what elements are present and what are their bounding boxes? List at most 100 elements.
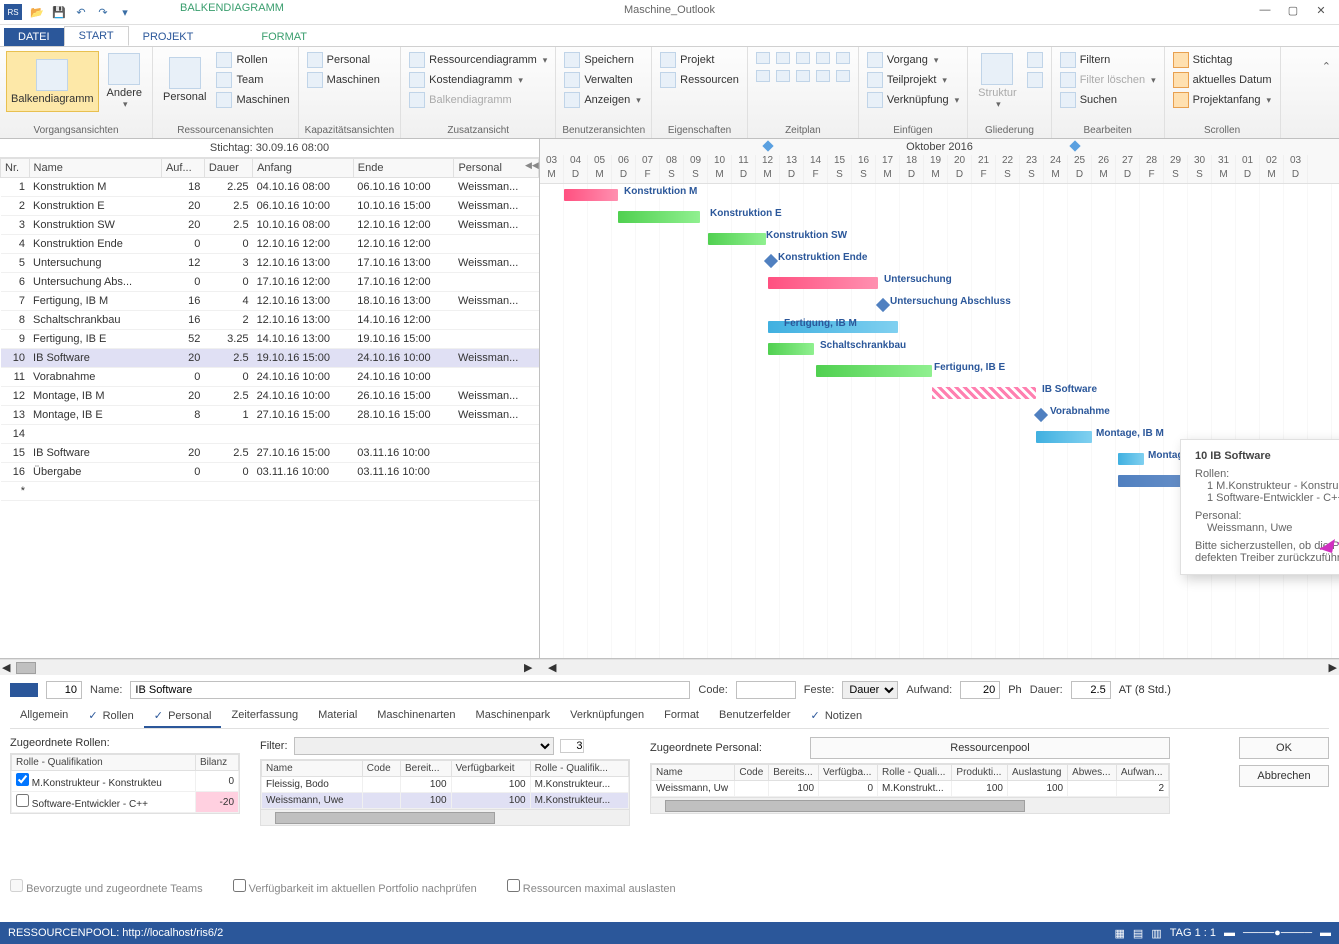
- zeitplan-icon[interactable]: [754, 51, 772, 65]
- projektanfang-button[interactable]: Projektanfang▾: [1171, 91, 1274, 109]
- status-icon[interactable]: ▦: [1115, 927, 1125, 940]
- detail-tab[interactable]: ✓ Personal: [144, 705, 222, 728]
- rollen-button[interactable]: Rollen: [214, 51, 291, 69]
- task-name-field[interactable]: [130, 681, 690, 699]
- redo-icon[interactable]: ↷: [94, 3, 112, 21]
- detail-tab[interactable]: Zeiterfassung: [221, 705, 308, 728]
- scroll-left-icon[interactable]: ◀: [2, 661, 10, 674]
- task-id-field[interactable]: [46, 681, 82, 699]
- andere-button[interactable]: Andere▾: [103, 51, 146, 112]
- zeitplan-icon[interactable]: [834, 51, 852, 65]
- gliederung-icon[interactable]: [1025, 71, 1045, 89]
- teams-checkbox[interactable]: Bevorzugte und zugeordnete Teams: [10, 879, 203, 895]
- qat-dropdown-icon[interactable]: ▾: [116, 3, 134, 21]
- detail-tab[interactable]: Maschinenarten: [367, 705, 465, 728]
- verwalten-button[interactable]: Verwalten: [562, 71, 645, 89]
- detail-tab[interactable]: Maschinenpark: [466, 705, 561, 728]
- filter-loeschen-button[interactable]: Filter löschen▾: [1058, 71, 1158, 89]
- zoom-slider[interactable]: ────●────: [1243, 927, 1312, 939]
- tab-projekt[interactable]: PROJEKT: [129, 28, 208, 46]
- zeitplan-icon[interactable]: [834, 69, 852, 83]
- detail-tab[interactable]: Allgemein: [10, 705, 78, 728]
- feste-select[interactable]: Dauer: [842, 681, 898, 699]
- detail-tab[interactable]: ✓ Rollen: [78, 705, 143, 728]
- zoom-in-icon[interactable]: ▬: [1320, 927, 1331, 939]
- filter-count[interactable]: [560, 739, 584, 753]
- zeitplan-icon[interactable]: [814, 69, 832, 83]
- detail-tab[interactable]: Verknüpfungen: [560, 705, 654, 728]
- minimize-button[interactable]: —: [1251, 0, 1279, 20]
- zeitplan-icon[interactable]: [774, 69, 792, 83]
- scroll-thumb[interactable]: [16, 662, 36, 674]
- balkendiagramm-button[interactable]: Balkendiagramm: [6, 51, 99, 112]
- tooltip-role: 1 Software-Entwickler - C++: [1195, 492, 1339, 504]
- pane-collapse-icon[interactable]: ◀◀: [525, 160, 539, 171]
- task-grid[interactable]: Nr.NameAuf...DauerAnfangEndePersonal 1Ko…: [0, 158, 539, 658]
- zeitplan-icon[interactable]: [814, 51, 832, 65]
- maxauslasten-checkbox[interactable]: Ressourcen maximal auslasten: [507, 879, 676, 895]
- zeitplan-icon[interactable]: [794, 51, 812, 65]
- scroll-right-icon[interactable]: ▶: [524, 661, 532, 674]
- maximize-button[interactable]: ▢: [1279, 0, 1307, 20]
- filtern-button[interactable]: Filtern: [1058, 51, 1158, 69]
- struktur-button[interactable]: Struktur▾: [974, 51, 1021, 112]
- status-icon[interactable]: ▤: [1133, 927, 1143, 940]
- ok-button[interactable]: OK: [1239, 737, 1329, 759]
- detail-tab[interactable]: Material: [308, 705, 367, 728]
- close-button[interactable]: ✕: [1307, 0, 1335, 20]
- balkendiagramm-small-button[interactable]: Balkendiagramm: [407, 91, 549, 109]
- zeitplan-icon[interactable]: [794, 69, 812, 83]
- detail-tab[interactable]: ✓ Notizen: [801, 705, 873, 728]
- gliederung-icon[interactable]: [1025, 51, 1045, 69]
- collapse-ribbon-icon[interactable]: ⌃: [1322, 60, 1331, 73]
- team-button[interactable]: Team: [214, 71, 291, 89]
- cancel-button[interactable]: Abbrechen: [1239, 765, 1329, 787]
- zoom-out-icon[interactable]: ▬: [1224, 927, 1235, 939]
- zeitplan-icon[interactable]: [754, 69, 772, 83]
- zeitplan-icon[interactable]: [774, 51, 792, 65]
- verknuepfung-button[interactable]: Verknüpfung▾: [865, 91, 961, 109]
- undo-icon[interactable]: ↶: [72, 3, 90, 21]
- file-tab[interactable]: DATEI: [4, 28, 64, 46]
- verfuegbarkeit-checkbox[interactable]: Verfügbarkeit im aktuellen Portfolio nac…: [233, 879, 477, 895]
- zoom-label: TAG 1 : 1: [1170, 927, 1216, 939]
- maschinen-button[interactable]: Maschinen: [214, 91, 291, 109]
- status-left: RESSOURCENPOOL: http://localhost/ris6/2: [8, 927, 223, 939]
- tab-format[interactable]: FORMAT: [247, 28, 321, 46]
- suchen-button[interactable]: Suchen: [1058, 91, 1158, 109]
- speichern-button[interactable]: Speichern: [562, 51, 645, 69]
- aktuelles-datum-button[interactable]: aktuelles Datum: [1171, 71, 1274, 89]
- kostendiagramm-button[interactable]: Kostendiagramm▾: [407, 71, 549, 89]
- gantt-pane: Oktober 2016 030405060708091011121314151…: [540, 139, 1339, 658]
- personal-button[interactable]: Personal: [159, 51, 210, 109]
- projekt-button[interactable]: Projekt: [658, 51, 741, 69]
- hscroll[interactable]: ◀ ▶ ◀ ▶: [0, 659, 1339, 675]
- open-icon[interactable]: 📂: [28, 3, 46, 21]
- tooltip-title: 10 IB Software: [1195, 450, 1339, 462]
- dauer-field[interactable]: [1071, 681, 1111, 699]
- vorgang-button[interactable]: Vorgang▾: [865, 51, 961, 69]
- filter-select[interactable]: [294, 737, 554, 755]
- tab-start[interactable]: START: [64, 26, 129, 46]
- save-icon[interactable]: 💾: [50, 3, 68, 21]
- ressourcenpool-button[interactable]: Ressourcenpool: [810, 737, 1170, 759]
- stichtag-button[interactable]: Stichtag: [1171, 51, 1274, 69]
- kap-personal-button[interactable]: Personal: [305, 51, 395, 69]
- aufwand-label: Aufwand:: [906, 684, 952, 696]
- anzeigen-button[interactable]: Anzeigen▾: [562, 91, 645, 109]
- ressourcen-button[interactable]: Ressourcen: [658, 71, 741, 89]
- scroll-right-icon[interactable]: ▶: [1329, 661, 1337, 674]
- status-icon[interactable]: ▥: [1151, 927, 1161, 940]
- roles-grid[interactable]: Rolle - QualifikationBilanz M.Konstrukte…: [10, 753, 240, 814]
- teilprojekt-button[interactable]: Teilprojekt▾: [865, 71, 961, 89]
- gantt-chart[interactable]: Konstruktion MKonstruktion EKonstruktion…: [540, 184, 1339, 658]
- kap-maschinen-button[interactable]: Maschinen: [305, 71, 395, 89]
- scroll-left-icon[interactable]: ◀: [548, 661, 556, 674]
- available-personal-grid[interactable]: NameCodeBereit...VerfügbarkeitRolle - Qu…: [260, 759, 630, 826]
- ressourcendiagramm-button[interactable]: Ressourcendiagramm▾: [407, 51, 549, 69]
- code-field[interactable]: [736, 681, 796, 699]
- detail-tab[interactable]: Format: [654, 705, 709, 728]
- detail-tab[interactable]: Benutzerfelder: [709, 705, 801, 728]
- assigned-personal-grid[interactable]: NameCodeBereits...Verfügba...Rolle - Qua…: [650, 763, 1170, 814]
- aufwand-field[interactable]: [960, 681, 1000, 699]
